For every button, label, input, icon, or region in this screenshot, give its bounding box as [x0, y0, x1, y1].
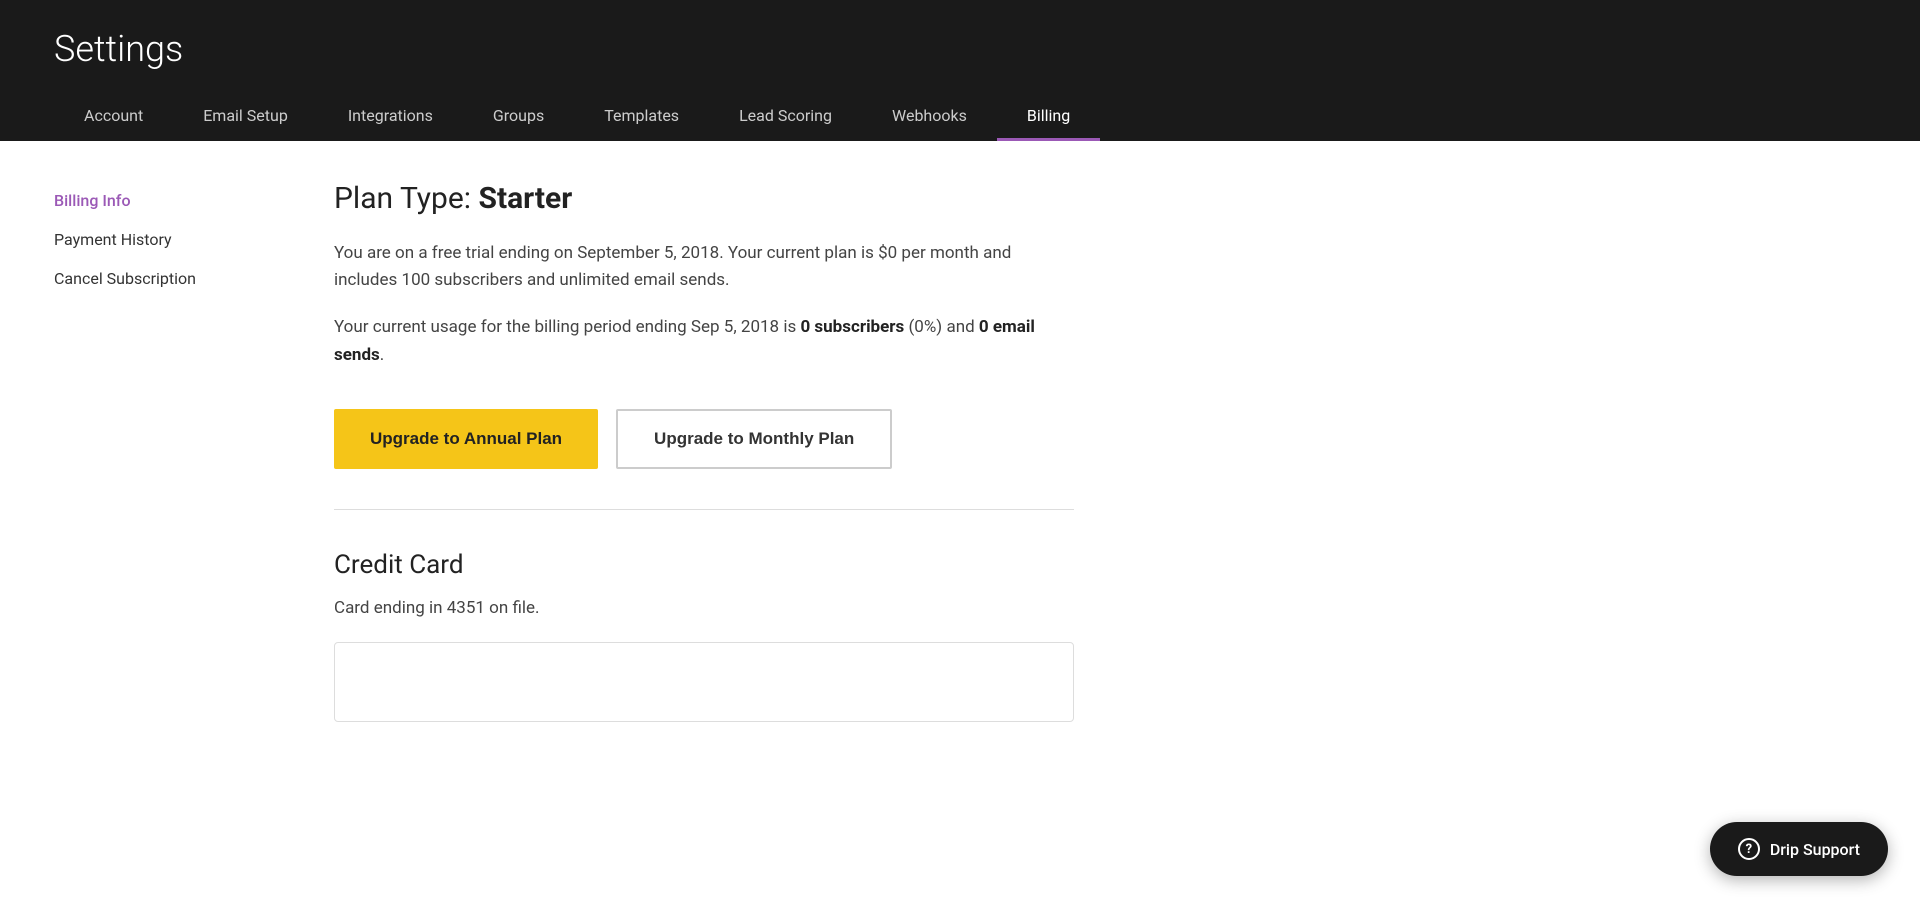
usage-subscribers: 0 subscribers: [800, 317, 904, 337]
main-container: Billing Info Payment History Cancel Subs…: [0, 141, 1920, 762]
sidebar: Billing Info Payment History Cancel Subs…: [54, 181, 274, 722]
plan-title: Plan Type: Starter: [334, 181, 1074, 216]
credit-card-description: Card ending in 4351 on file.: [334, 598, 1074, 618]
tab-templates[interactable]: Templates: [574, 90, 709, 141]
tab-account[interactable]: Account: [54, 90, 173, 141]
content-area: Plan Type: Starter You are on a free tri…: [334, 181, 1074, 722]
plan-type-name: Starter: [478, 181, 572, 216]
sidebar-item-billing-info[interactable]: Billing Info: [54, 181, 274, 220]
plan-type-prefix: Plan Type:: [334, 181, 478, 216]
tab-groups[interactable]: Groups: [463, 90, 574, 141]
plan-description: You are on a free trial ending on Septem…: [334, 240, 1074, 294]
nav-tabs: Account Email Setup Integrations Groups …: [54, 90, 1866, 141]
section-divider: [334, 509, 1074, 510]
upgrade-monthly-button[interactable]: Upgrade to Monthly Plan: [616, 409, 892, 469]
tab-webhooks[interactable]: Webhooks: [862, 90, 997, 141]
usage-suffix: .: [380, 345, 384, 365]
drip-support-icon: ?: [1738, 838, 1760, 860]
sidebar-item-payment-history[interactable]: Payment History: [54, 220, 274, 259]
upgrade-buttons: Upgrade to Annual Plan Upgrade to Monthl…: [334, 409, 1074, 469]
tab-email-setup[interactable]: Email Setup: [173, 90, 318, 141]
tab-lead-scoring[interactable]: Lead Scoring: [709, 90, 862, 141]
upgrade-annual-button[interactable]: Upgrade to Annual Plan: [334, 409, 598, 469]
drip-support-button[interactable]: ? Drip Support: [1710, 822, 1888, 876]
tab-integrations[interactable]: Integrations: [318, 90, 463, 141]
usage-percent: (0%): [908, 317, 942, 337]
sidebar-item-cancel-subscription[interactable]: Cancel Subscription: [54, 259, 274, 298]
tab-billing[interactable]: Billing: [997, 90, 1100, 141]
page-title: Settings: [54, 0, 1866, 90]
header: Settings Account Email Setup Integration…: [0, 0, 1920, 141]
credit-card-input-area[interactable]: [334, 642, 1074, 722]
credit-card-title: Credit Card: [334, 550, 1074, 580]
plan-usage: Your current usage for the billing perio…: [334, 314, 1074, 368]
drip-support-label: Drip Support: [1770, 840, 1860, 859]
usage-prefix: Your current usage for the billing perio…: [334, 317, 800, 337]
usage-middle: and: [942, 317, 979, 337]
